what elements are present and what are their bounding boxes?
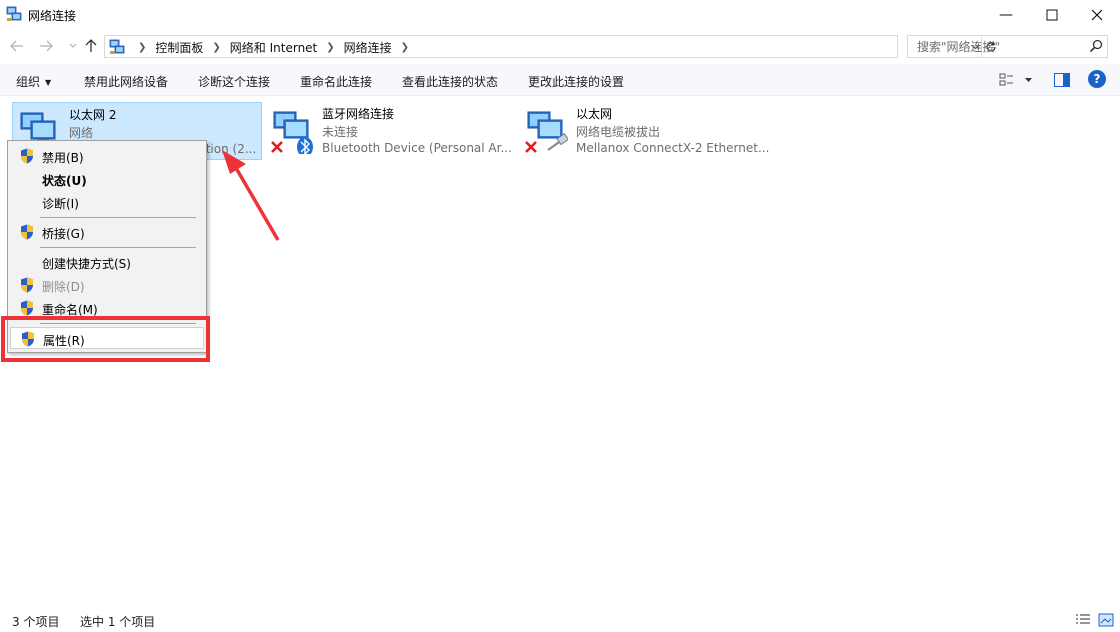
connection-name: 以太网 2 — [69, 108, 117, 122]
bluetooth-adapter-icon — [271, 111, 313, 154]
connection-status: 未连接 — [322, 125, 359, 139]
arrow-left-icon — [10, 40, 23, 52]
change-view-button[interactable] — [998, 70, 1034, 90]
rename-button[interactable]: 重命名此连接 — [300, 73, 372, 90]
command-bar: 组织 ▼ 禁用此网络设备 诊断这个连接 重命名此连接 查看此连接的状态 更改此连接… — [0, 64, 1120, 96]
view-options-icon — [999, 73, 1032, 86]
breadcrumb-network-internet[interactable]: 网络和 Internet — [230, 39, 317, 56]
menu-item-label: 状态(U) — [42, 174, 87, 188]
network-connections-icon — [6, 6, 22, 21]
breadcrumb: ❯ 控制面板 ❯ 网络和 Internet ❯ 网络连接 ❯ — [129, 39, 418, 56]
connection-item-bluetooth[interactable]: 蓝牙网络连接 未连接 Bluetooth Device (Personal Ar… — [266, 102, 516, 160]
window-title: 网络连接 — [28, 9, 77, 23]
annotation-highlight-box — [1, 316, 210, 362]
connection-device: Bluetooth Device (Personal Ar... — [322, 141, 512, 155]
menu-item-label: 创建快捷方式(S) — [42, 257, 131, 271]
help-icon[interactable]: ? — [1088, 70, 1106, 88]
menu-item-label: 桥接(G) — [42, 227, 85, 241]
back-button[interactable] — [7, 36, 27, 56]
change-settings-button[interactable]: 更改此连接的设置 — [528, 73, 624, 90]
uac-shield-icon — [21, 277, 33, 293]
maximize-button[interactable] — [1029, 0, 1075, 30]
breadcrumb-network-connections[interactable]: 网络连接 — [344, 39, 392, 56]
breadcrumb-control-panel[interactable]: 控制面板 — [155, 39, 203, 56]
menu-separator — [40, 217, 196, 218]
menu-item-disable[interactable]: 禁用(B) — [10, 145, 204, 167]
menu-item-label: 诊断(I) — [42, 197, 79, 211]
menu-item-label: 禁用(B) — [42, 151, 84, 165]
up-button[interactable] — [81, 36, 101, 56]
item-count: 3 个项目 — [12, 615, 60, 629]
organize-button[interactable]: 组织 ▼ — [16, 73, 51, 90]
ethernet-cable-unplugged-icon — [525, 111, 568, 153]
title-bar: 网络连接 — — [0, 0, 1120, 30]
connection-item-ethernet[interactable]: 以太网 网络电缆被拔出 Mellanox ConnectX-2 Ethernet… — [520, 102, 780, 160]
disable-device-button[interactable]: 禁用此网络设备 — [84, 73, 168, 90]
connection-device: ttion (2... — [201, 142, 257, 156]
menu-item-label: 删除(D) — [42, 280, 85, 294]
menu-item-diagnose[interactable]: 诊断(I) — [10, 191, 204, 213]
breadcrumb-separator-icon[interactable]: ❯ — [326, 42, 334, 53]
recent-locations-button[interactable] — [63, 36, 83, 56]
details-view-icon[interactable] — [1075, 612, 1091, 628]
breadcrumb-separator-icon[interactable]: ❯ — [212, 42, 220, 53]
uac-shield-icon — [21, 224, 33, 240]
caret-down-icon: ▼ — [45, 78, 52, 87]
menu-item-delete: 删除(D) — [10, 274, 204, 296]
forward-button[interactable] — [36, 36, 56, 56]
navigation-bar: ❯ 控制面板 ❯ 网络和 Internet ❯ 网络连接 ❯ — [0, 32, 1120, 60]
large-icons-view-icon[interactable] — [1098, 612, 1114, 628]
breadcrumb-separator-icon[interactable]: ❯ — [401, 42, 409, 53]
minimize-icon: — — [999, 7, 1013, 23]
search-input[interactable] — [908, 36, 1084, 57]
minimize-button[interactable]: — — [983, 0, 1029, 30]
connection-name: 以太网 — [576, 107, 613, 121]
connection-name: 蓝牙网络连接 — [322, 107, 395, 121]
preview-pane-icon — [1054, 73, 1070, 87]
menu-separator — [40, 247, 196, 248]
uac-shield-icon — [21, 300, 33, 316]
chevron-down-icon — [69, 43, 77, 48]
connection-device: Mellanox ConnectX-2 Ethernet... — [576, 141, 770, 155]
search-icon[interactable] — [1088, 38, 1104, 54]
close-icon — [1091, 9, 1103, 21]
menu-item-bridge[interactable]: 桥接(G) — [10, 221, 204, 243]
network-connections-icon — [109, 39, 125, 54]
preview-pane-button[interactable] — [1053, 70, 1071, 90]
close-button[interactable] — [1074, 0, 1120, 30]
status-bar: 3 个项目 选中 1 个项目 — [0, 608, 1120, 632]
organize-label: 组织 — [16, 75, 41, 89]
menu-item-create-shortcut[interactable]: 创建快捷方式(S) — [10, 251, 204, 273]
arrow-right-icon — [40, 40, 53, 52]
maximize-icon — [1046, 9, 1058, 21]
menu-item-status[interactable]: 状态(U) — [10, 168, 204, 190]
arrow-up-icon — [85, 39, 97, 52]
breadcrumb-separator-icon[interactable]: ❯ — [138, 42, 146, 53]
selected-count: 选中 1 个项目 — [80, 615, 156, 629]
address-bar[interactable]: ❯ 控制面板 ❯ 网络和 Internet ❯ 网络连接 ❯ — [104, 35, 996, 58]
uac-shield-icon — [21, 148, 33, 164]
connection-status: 网络电缆被拔出 — [576, 125, 661, 139]
search-box[interactable] — [907, 35, 1108, 58]
connection-status: 网络 — [69, 126, 94, 140]
diagnose-button[interactable]: 诊断这个连接 — [198, 73, 270, 90]
view-status-button[interactable]: 查看此连接的状态 — [402, 73, 498, 90]
